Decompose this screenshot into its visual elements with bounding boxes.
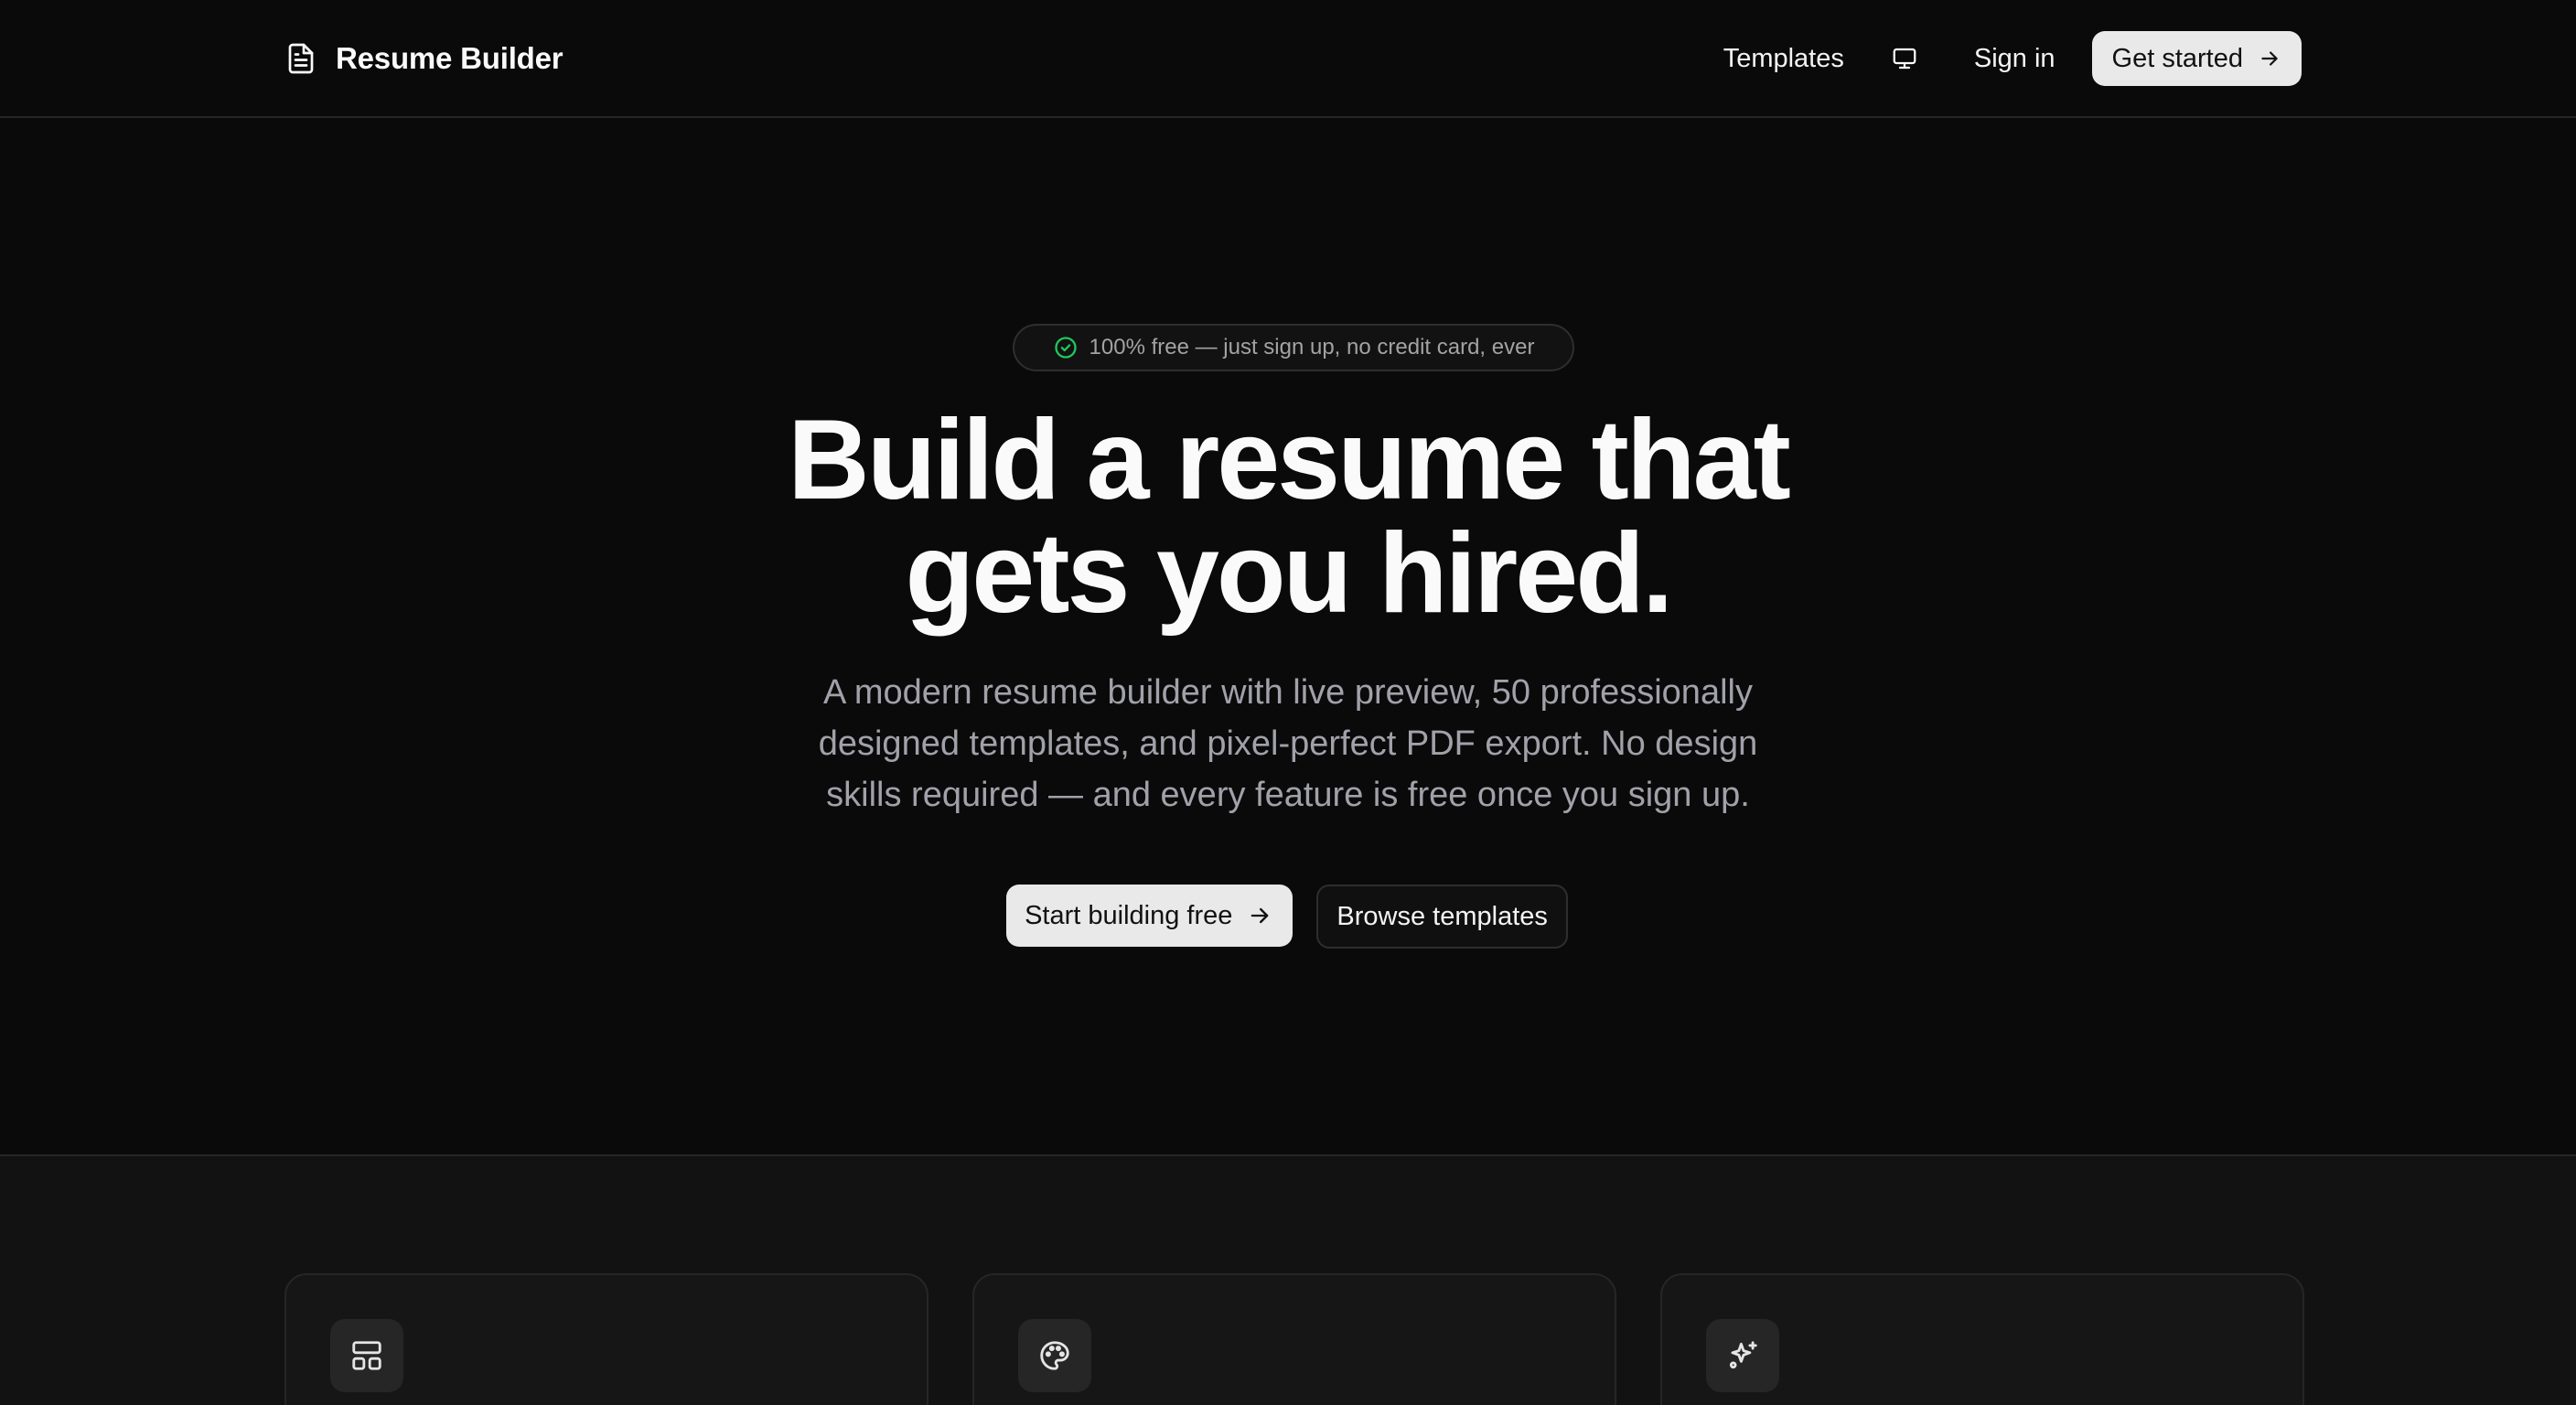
hero-title-line-1: Build a resume that [788,397,1791,523]
hero-section: 100% free — just sign up, no credit card… [0,118,2576,1154]
feature-icon-box [1018,1319,1091,1392]
free-badge: 100% free — just sign up, no credit card… [1013,324,1574,371]
display-toggle-button[interactable] [1879,33,1930,84]
get-started-button[interactable]: Get started [2091,31,2302,86]
brand-link[interactable]: Resume Builder [284,37,564,80]
nav-templates-link[interactable]: Templates [1712,31,1855,86]
hero-title: Build a resume that gets you hired. [0,403,2576,630]
get-started-label: Get started [2111,43,2243,73]
hero-subtitle: A modern resume builder with live previe… [818,673,1758,814]
feature-card [1660,1273,2304,1405]
browse-templates-button[interactable]: Browse templates [1316,885,1568,949]
sign-in-link[interactable]: Sign in [1963,31,2066,86]
browse-templates-label: Browse templates [1336,901,1548,931]
palette-icon [1040,1341,1069,1370]
feature-icon-box [1706,1319,1779,1392]
check-circle-icon [1054,337,1077,359]
sparkles-icon [1729,1341,1757,1369]
page: Resume Builder Templates Sign in Get sta… [0,0,2576,1405]
feature-icon-box [330,1319,403,1392]
features-section [0,1154,2576,1405]
file-text-icon [288,43,314,74]
top-nav: Templates Sign in Get started [1712,31,2302,86]
cta-row: Start building free Browse templates [0,885,2576,949]
arrow-right-icon [1251,907,1269,924]
start-building-button[interactable]: Start building free [1006,885,1293,947]
hero-title-line-2: gets you hired. [905,510,1674,637]
site-header: Resume Builder Templates Sign in Get sta… [0,0,2576,118]
feature-card [972,1273,1616,1405]
start-building-label: Start building free [1025,900,1233,930]
badge-text: 100% free — just sign up, no credit card… [1089,335,1535,359]
layout-icon [352,1341,381,1370]
brand-name: Resume Builder [336,41,564,75]
feature-card [284,1273,928,1405]
monitor-icon [1893,48,1916,70]
arrow-right-icon [2261,51,2278,66]
